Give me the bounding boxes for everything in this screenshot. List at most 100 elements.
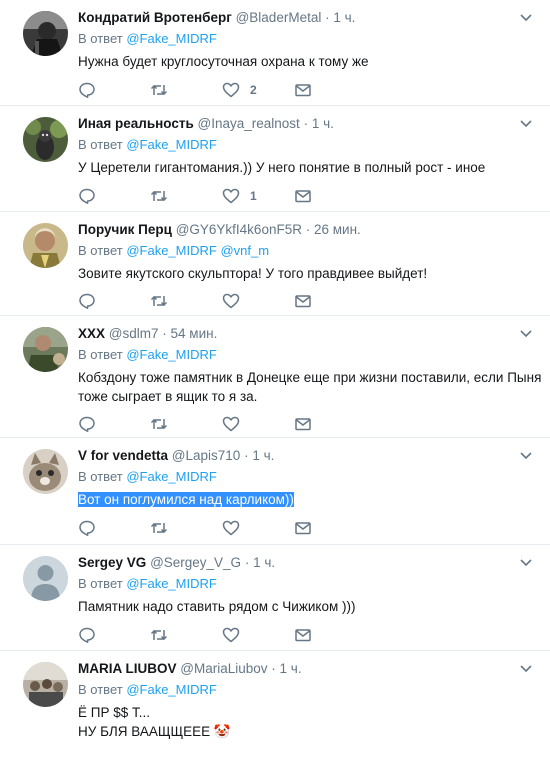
like-button[interactable]: 2 <box>222 80 257 100</box>
envelope-icon <box>295 190 311 203</box>
tweet-actions: 2 <box>78 80 338 100</box>
retweet-button[interactable] <box>150 80 168 100</box>
like-button[interactable] <box>222 291 250 311</box>
display-name[interactable]: V for vendetta <box>78 448 168 463</box>
timestamp[interactable]: 54 мин. <box>171 326 218 341</box>
reply-tweet[interactable]: XXX @sdlm7 · 54 мин. В ответ @Fake_MIDRF… <box>0 316 550 438</box>
mention-link[interactable]: @Fake_MIDRF <box>126 31 217 46</box>
envelope-icon <box>295 629 311 642</box>
user-handle[interactable]: @GY6YkfI4k6onF5R <box>176 222 302 237</box>
mention-link[interactable]: @Fake_MIDRF <box>126 137 217 152</box>
reply-prefix: В ответ <box>78 243 123 258</box>
separator-dot: · <box>325 10 330 25</box>
mention-link[interactable]: @Fake_MIDRF <box>126 347 217 362</box>
dm-button[interactable] <box>294 186 312 206</box>
avatar[interactable] <box>23 223 68 268</box>
avatar[interactable] <box>23 556 68 601</box>
chevron-down-icon[interactable] <box>516 114 536 134</box>
dm-button[interactable] <box>294 414 312 434</box>
retweet-button[interactable] <box>150 414 168 434</box>
like-count: 1 <box>250 189 257 203</box>
reply-button[interactable] <box>78 186 96 206</box>
avatar[interactable] <box>23 449 68 494</box>
chevron-down-icon[interactable] <box>516 553 536 573</box>
reply-context: В ответ @Fake_MIDRF <box>78 345 536 365</box>
dm-button[interactable] <box>294 80 312 100</box>
like-button[interactable] <box>222 414 250 434</box>
reply-tweet[interactable]: Иная реальность @Inaya_realnost · 1 ч. В… <box>0 106 550 212</box>
display-name[interactable]: Sergey VG <box>78 555 146 570</box>
separator-dot: · <box>244 448 249 463</box>
retweet-icon <box>150 418 168 430</box>
avatar[interactable] <box>23 11 68 56</box>
separator-dot: · <box>244 555 250 570</box>
avatar[interactable] <box>23 327 68 372</box>
user-handle[interactable]: @MariaLiubov <box>180 661 267 676</box>
user-handle[interactable]: @Inaya_realnost <box>198 116 300 131</box>
reply-tweet[interactable]: V for vendetta @Lapis710 · 1 ч. В ответ … <box>0 438 550 545</box>
display-name[interactable]: Иная реальность <box>78 116 194 131</box>
reply-button[interactable] <box>78 625 96 645</box>
separator-dot: · <box>162 326 167 341</box>
timestamp[interactable]: 26 мин. <box>314 222 361 237</box>
timestamp[interactable]: 1 ч. <box>252 448 274 463</box>
reply-tweet[interactable]: Поручик Перц @GY6YkfI4k6onF5R · 26 мин. … <box>0 212 550 316</box>
tweet-text: Нужна будет круглосуточная охрана к тому… <box>78 52 536 71</box>
dm-button[interactable] <box>294 518 312 538</box>
retweet-button[interactable] <box>150 186 168 206</box>
reply-tweet[interactable]: Кондратий Вротенберг @BladerMetal · 1 ч.… <box>0 0 550 106</box>
like-button[interactable]: 1 <box>222 186 257 206</box>
timestamp[interactable]: 1 ч. <box>312 116 334 131</box>
chevron-down-icon[interactable] <box>516 446 536 466</box>
user-handle[interactable]: @BladerMetal <box>236 10 322 25</box>
user-handle[interactable]: @Lapis710 <box>172 448 241 463</box>
reply-button[interactable] <box>78 518 96 538</box>
user-handle[interactable]: @Sergey_V_G <box>150 555 241 570</box>
separator-dot: · <box>303 116 309 131</box>
envelope-icon <box>295 418 311 431</box>
timestamp[interactable]: 1 ч. <box>253 555 275 570</box>
reply-icon <box>79 520 95 536</box>
like-count: 2 <box>250 83 257 97</box>
mention-link[interactable]: @vnf_m <box>220 243 269 258</box>
retweet-icon <box>150 84 168 96</box>
display-name[interactable]: MARIA LIUBOV <box>78 661 177 676</box>
retweet-icon <box>150 295 168 307</box>
retweet-icon <box>150 522 168 534</box>
heart-icon <box>222 188 240 204</box>
chevron-down-icon[interactable] <box>516 659 536 679</box>
tweet-text-line: Вот он поглумился над карликом)) <box>78 490 536 509</box>
retweet-button[interactable] <box>150 291 168 311</box>
display-name[interactable]: XXX <box>78 326 105 341</box>
display-name[interactable]: Поручик Перц <box>78 222 172 237</box>
reply-prefix: В ответ <box>78 31 123 46</box>
user-handle[interactable]: @sdlm7 <box>109 326 159 341</box>
avatar[interactable] <box>23 117 68 162</box>
timestamp[interactable]: 1 ч. <box>280 661 302 676</box>
dm-button[interactable] <box>294 291 312 311</box>
heart-icon <box>222 627 240 643</box>
reply-icon <box>79 416 95 432</box>
reply-tweet[interactable]: Sergey VG @Sergey_V_G · 1 ч. В ответ @Fa… <box>0 545 550 651</box>
like-button[interactable] <box>222 518 250 538</box>
mention-link[interactable]: @Fake_MIDRF <box>126 576 217 591</box>
tweet-text-line: Памятник надо ставить рядом с Чижиком ))… <box>78 599 356 614</box>
display-name[interactable]: Кондратий Вротенберг <box>78 10 232 25</box>
dm-button[interactable] <box>294 625 312 645</box>
reply-button[interactable] <box>78 414 96 434</box>
avatar[interactable] <box>23 662 68 707</box>
mention-link[interactable]: @Fake_MIDRF <box>126 243 217 258</box>
chevron-down-icon[interactable] <box>516 324 536 344</box>
reply-tweet[interactable]: MARIA LIUBOV @MariaLiubov · 1 ч. В ответ… <box>0 651 550 777</box>
chevron-down-icon[interactable] <box>516 8 536 28</box>
mention-link[interactable]: @Fake_MIDRF <box>126 469 217 484</box>
like-button[interactable] <box>222 625 250 645</box>
retweet-button[interactable] <box>150 518 168 538</box>
reply-button[interactable] <box>78 291 96 311</box>
reply-button[interactable] <box>78 80 96 100</box>
reply-prefix: В ответ <box>78 137 123 152</box>
mention-link[interactable]: @Fake_MIDRF <box>126 682 217 697</box>
timestamp[interactable]: 1 ч. <box>333 10 355 25</box>
retweet-button[interactable] <box>150 625 168 645</box>
tweet-text: У Церетели гигантомания.)) У него поняти… <box>78 158 536 177</box>
